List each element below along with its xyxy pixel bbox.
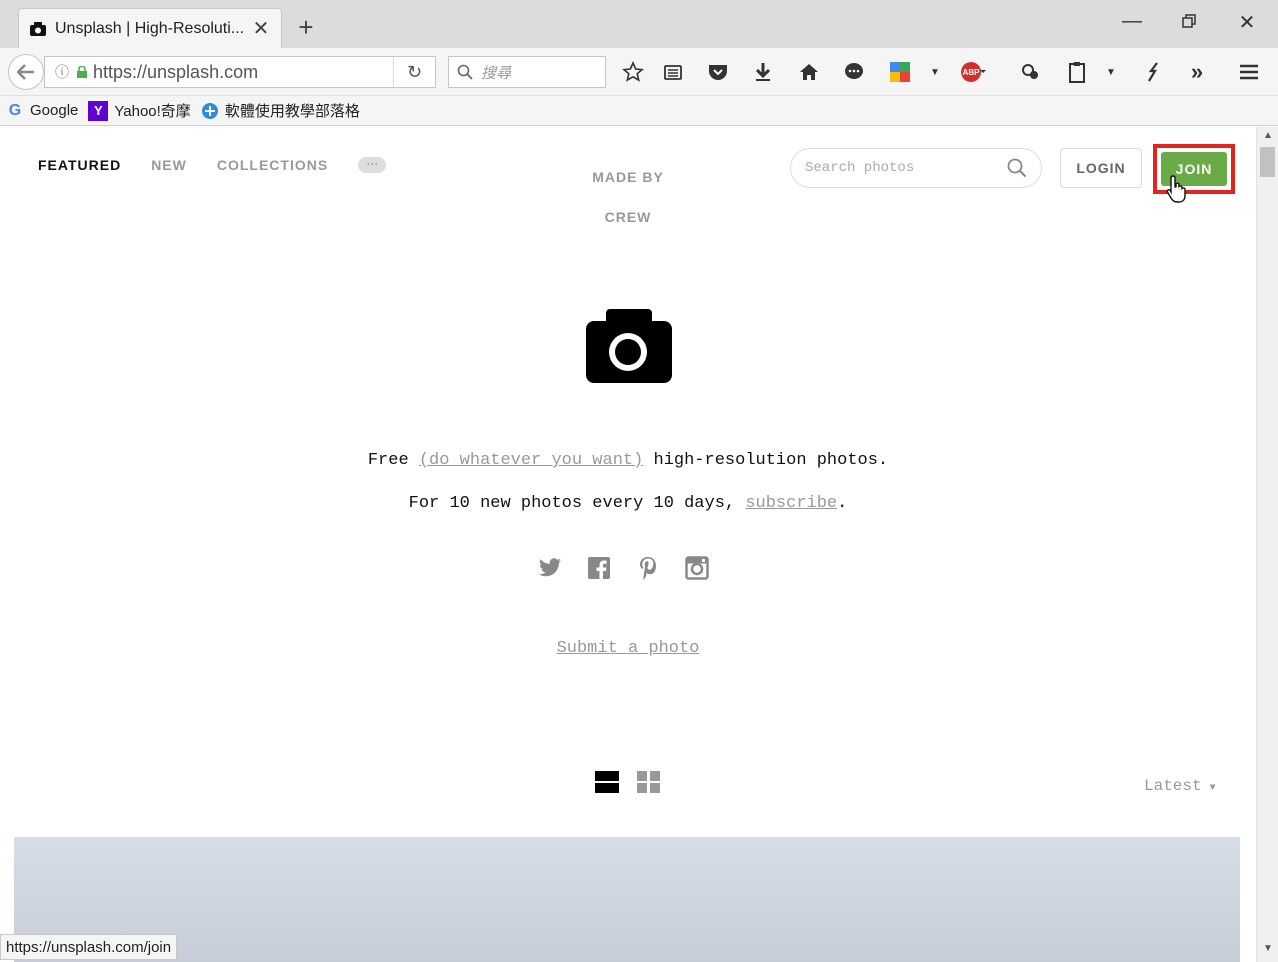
lock-icon: [77, 66, 87, 78]
close-window-icon[interactable]: ✕: [1232, 10, 1262, 35]
view-toggle: [594, 769, 662, 795]
extension-icon[interactable]: [887, 60, 913, 84]
sort-dropdown[interactable]: Latest ▼: [1144, 777, 1216, 795]
pocket-icon[interactable]: [705, 60, 731, 84]
twitter-icon[interactable]: [536, 554, 564, 582]
close-tab-icon[interactable]: ✕: [251, 16, 271, 41]
login-button[interactable]: LOGIN: [1060, 148, 1142, 188]
restore-icon[interactable]: [1174, 10, 1204, 34]
status-bar: https://unsplash.com/join: [0, 934, 178, 960]
tagline-free: Free: [367, 451, 409, 470]
made-by-crew-link[interactable]: MADE BY CREW: [560, 157, 696, 237]
scroll-up-icon[interactable]: ▲: [1257, 130, 1278, 141]
overflow-chevron-icon[interactable]: »: [1184, 59, 1210, 84]
subscribe-period: .: [837, 494, 848, 513]
bookmarks-toolbar: G Google Y Yahoo!奇摩 軟體使用教學部落格: [0, 96, 1278, 126]
hand-cursor-icon: [1166, 175, 1186, 203]
arrow-left-icon: [17, 64, 34, 80]
facebook-icon[interactable]: [585, 554, 613, 582]
subscribe-line: For 10 new photos every 10 days, subscri…: [0, 494, 1256, 513]
scroll-down-icon[interactable]: ▼: [1257, 943, 1278, 954]
subscribe-text: For 10 new photos every 10 days,: [408, 494, 736, 513]
clipboard-icon[interactable]: [1064, 60, 1090, 84]
search-icon: [457, 64, 473, 80]
page-scrollbar[interactable]: ▲ ▼: [1256, 127, 1278, 962]
tab-bar: Unsplash | High-Resoluti... ✕ + — ✕: [0, 0, 1278, 48]
search-icon[interactable]: [1007, 158, 1027, 178]
camera-favicon-icon: [30, 21, 46, 36]
browser-search-placeholder: 搜尋: [481, 64, 512, 82]
back-button[interactable]: [8, 54, 44, 90]
home-icon[interactable]: [796, 60, 822, 84]
pinterest-icon[interactable]: [634, 554, 662, 582]
blog-icon: [201, 102, 219, 120]
reading-list-icon[interactable]: [660, 60, 686, 84]
nav-new[interactable]: NEW: [151, 157, 187, 173]
adblock-icon[interactable]: ABP: [960, 60, 986, 84]
subscribe-link[interactable]: subscribe: [745, 494, 837, 513]
camera-logo-icon: [586, 309, 672, 383]
address-bar[interactable]: ⓘ https://unsplash.com ↻: [44, 56, 436, 88]
nav-featured[interactable]: FEATURED: [38, 157, 121, 173]
chat-icon[interactable]: [841, 60, 867, 84]
browser-search-field[interactable]: 搜尋: [448, 56, 606, 88]
search-photos-field[interactable]: [790, 148, 1042, 188]
submit-photo-link[interactable]: Submit a photo: [557, 639, 700, 658]
minimize-icon[interactable]: —: [1117, 10, 1147, 33]
google-icon: G: [8, 101, 22, 119]
bookmark-yahoo[interactable]: Y Yahoo!奇摩: [88, 100, 191, 121]
instagram-icon[interactable]: [683, 554, 711, 582]
chevron-down-icon[interactable]: ▼: [922, 60, 948, 84]
tagline-rest: high-resolution photos.: [653, 451, 889, 470]
crew-label: CREW: [604, 209, 652, 225]
browser-tab[interactable]: Unsplash | High-Resoluti... ✕: [18, 8, 282, 48]
nav-toolbar: ⓘ https://unsplash.com ↻ 搜尋 ▼ ABP ▼ »: [0, 48, 1278, 96]
tool-icon[interactable]: [1140, 60, 1166, 84]
bookmark-label: Google: [30, 102, 79, 119]
download-icon[interactable]: [750, 60, 776, 84]
bookmark-label: Yahoo!奇摩: [114, 103, 191, 120]
submit-photo-line: Submit a photo: [0, 639, 1256, 658]
search-photos-input[interactable]: [805, 160, 1007, 176]
social-links: [536, 554, 732, 582]
site-nav: FEATURED NEW COLLECTIONS ···: [38, 157, 387, 173]
page-content: FEATURED NEW COLLECTIONS ··· MADE BY CRE…: [0, 127, 1256, 962]
chevron-down-icon[interactable]: ▼: [1098, 60, 1124, 84]
tool-icon[interactable]: [1018, 60, 1044, 84]
scrollbar-thumb[interactable]: [1260, 147, 1275, 177]
sort-label: Latest: [1144, 777, 1202, 795]
nav-collections[interactable]: COLLECTIONS: [217, 157, 328, 173]
caret-down-icon: ▼: [1209, 783, 1216, 794]
svg-text:ABP: ABP: [963, 68, 981, 77]
bookmark-star-icon[interactable]: [620, 60, 646, 84]
grid-view-icon[interactable]: [636, 769, 662, 795]
url-text: https://unsplash.com: [93, 61, 259, 82]
new-tab-icon[interactable]: +: [292, 12, 320, 42]
bookmark-blog[interactable]: 軟體使用教學部落格: [201, 100, 360, 121]
bookmark-google[interactable]: G Google: [6, 101, 79, 120]
more-menu-button[interactable]: ···: [358, 157, 387, 173]
bookmark-label: 軟體使用教學部落格: [224, 103, 360, 120]
license-link[interactable]: (do whatever you want): [419, 451, 643, 470]
photo-preview[interactable]: [14, 837, 1240, 962]
reload-icon[interactable]: ↻: [393, 57, 435, 87]
tab-title: Unsplash | High-Resoluti...: [55, 19, 245, 37]
hamburger-menu-icon[interactable]: [1236, 60, 1262, 84]
info-icon[interactable]: ⓘ: [55, 62, 69, 82]
single-column-view-icon[interactable]: [594, 769, 620, 795]
tagline: Free (do whatever you want) high-resolut…: [0, 449, 1256, 473]
yahoo-icon: Y: [88, 100, 109, 121]
made-by-label: MADE BY: [592, 169, 664, 185]
